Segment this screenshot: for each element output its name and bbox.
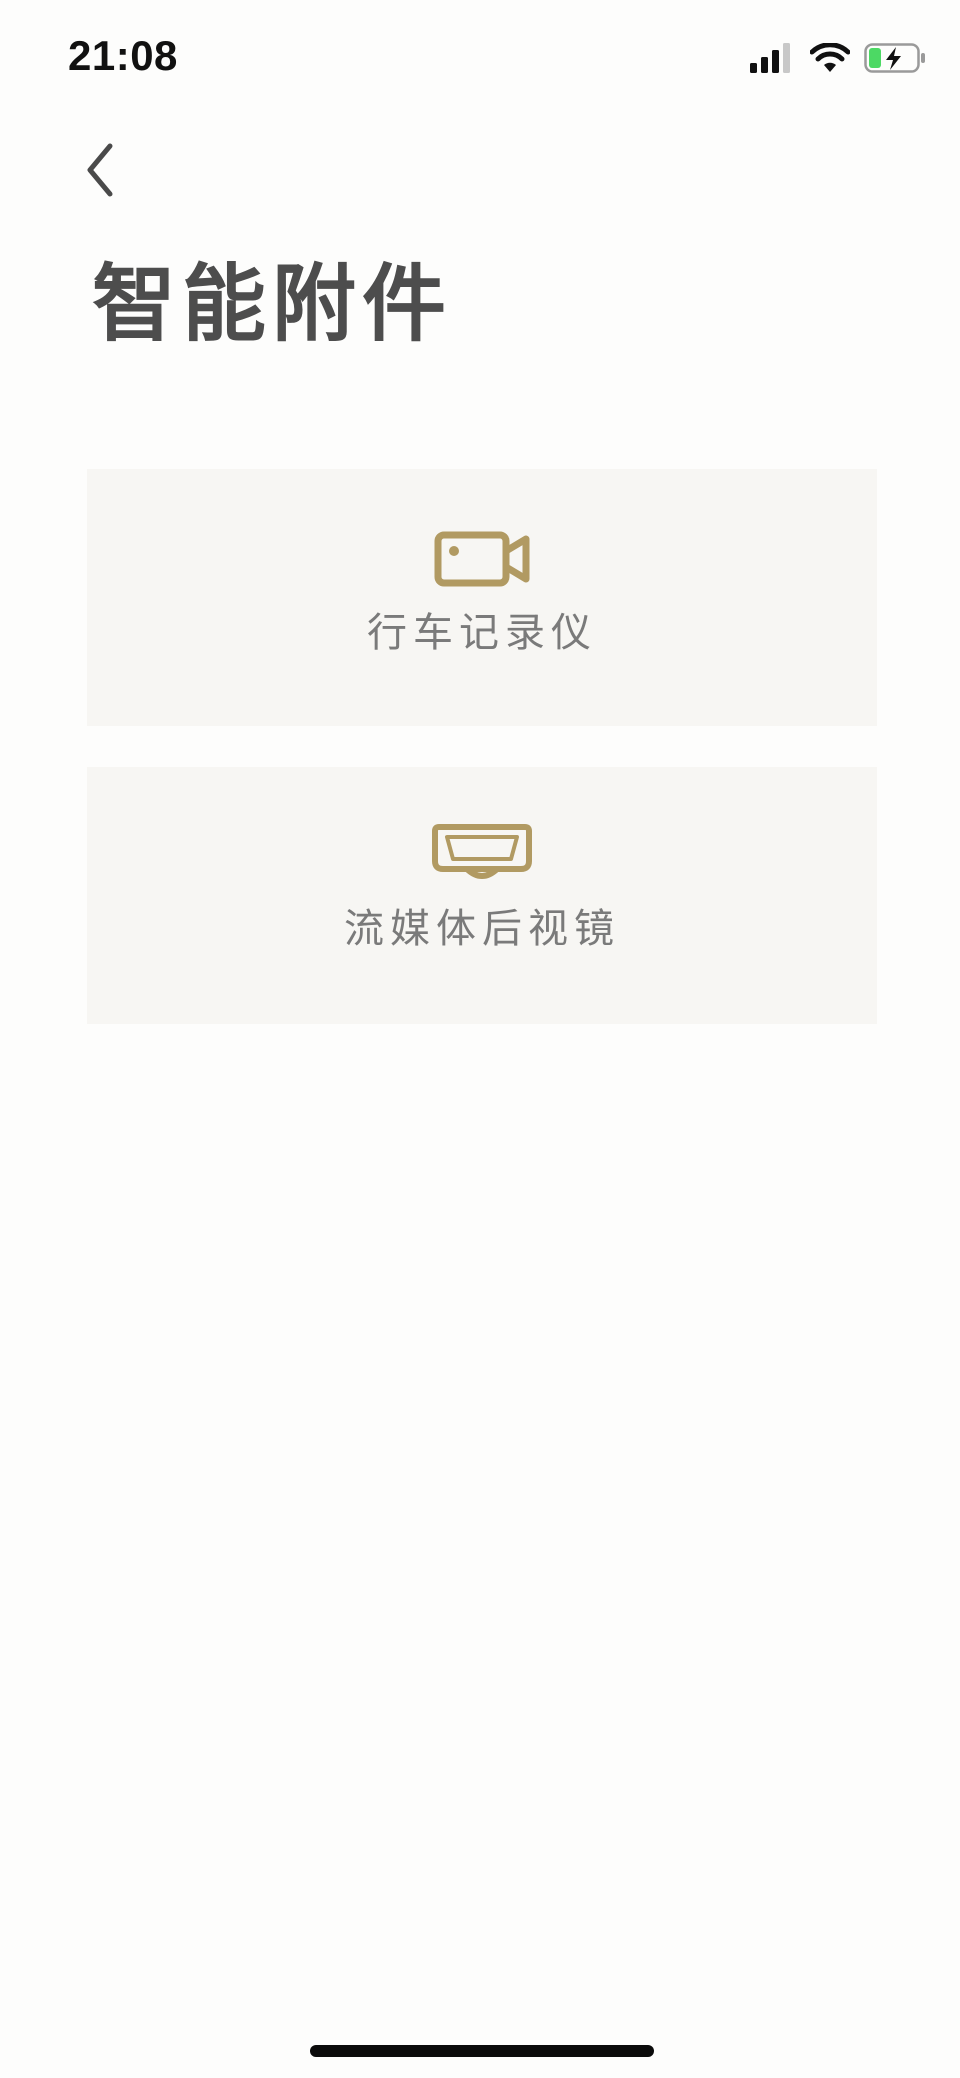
back-button[interactable]: [70, 130, 130, 210]
video-camera-icon: [434, 531, 530, 587]
status-time: 21:08: [68, 32, 178, 79]
page-title: 智能附件: [92, 255, 453, 353]
rearview-mirror-icon: [432, 824, 532, 879]
status-icons: [750, 40, 926, 76]
dashcam-label: 行车记录仪: [367, 610, 597, 656]
status-bar: 21:08: [0, 0, 960, 120]
rearview-mirror-card[interactable]: 流媒体后视镜: [87, 767, 877, 1024]
battery-charging-icon: [864, 43, 925, 73]
rearview-mirror-label: 流媒体后视镜: [344, 906, 620, 952]
signal-icon: [750, 43, 790, 73]
chevron-left-icon: [87, 143, 113, 197]
wifi-icon: [810, 43, 850, 72]
home-indicator[interactable]: [310, 2045, 654, 2057]
dashcam-card[interactable]: 行车记录仪: [87, 469, 877, 726]
